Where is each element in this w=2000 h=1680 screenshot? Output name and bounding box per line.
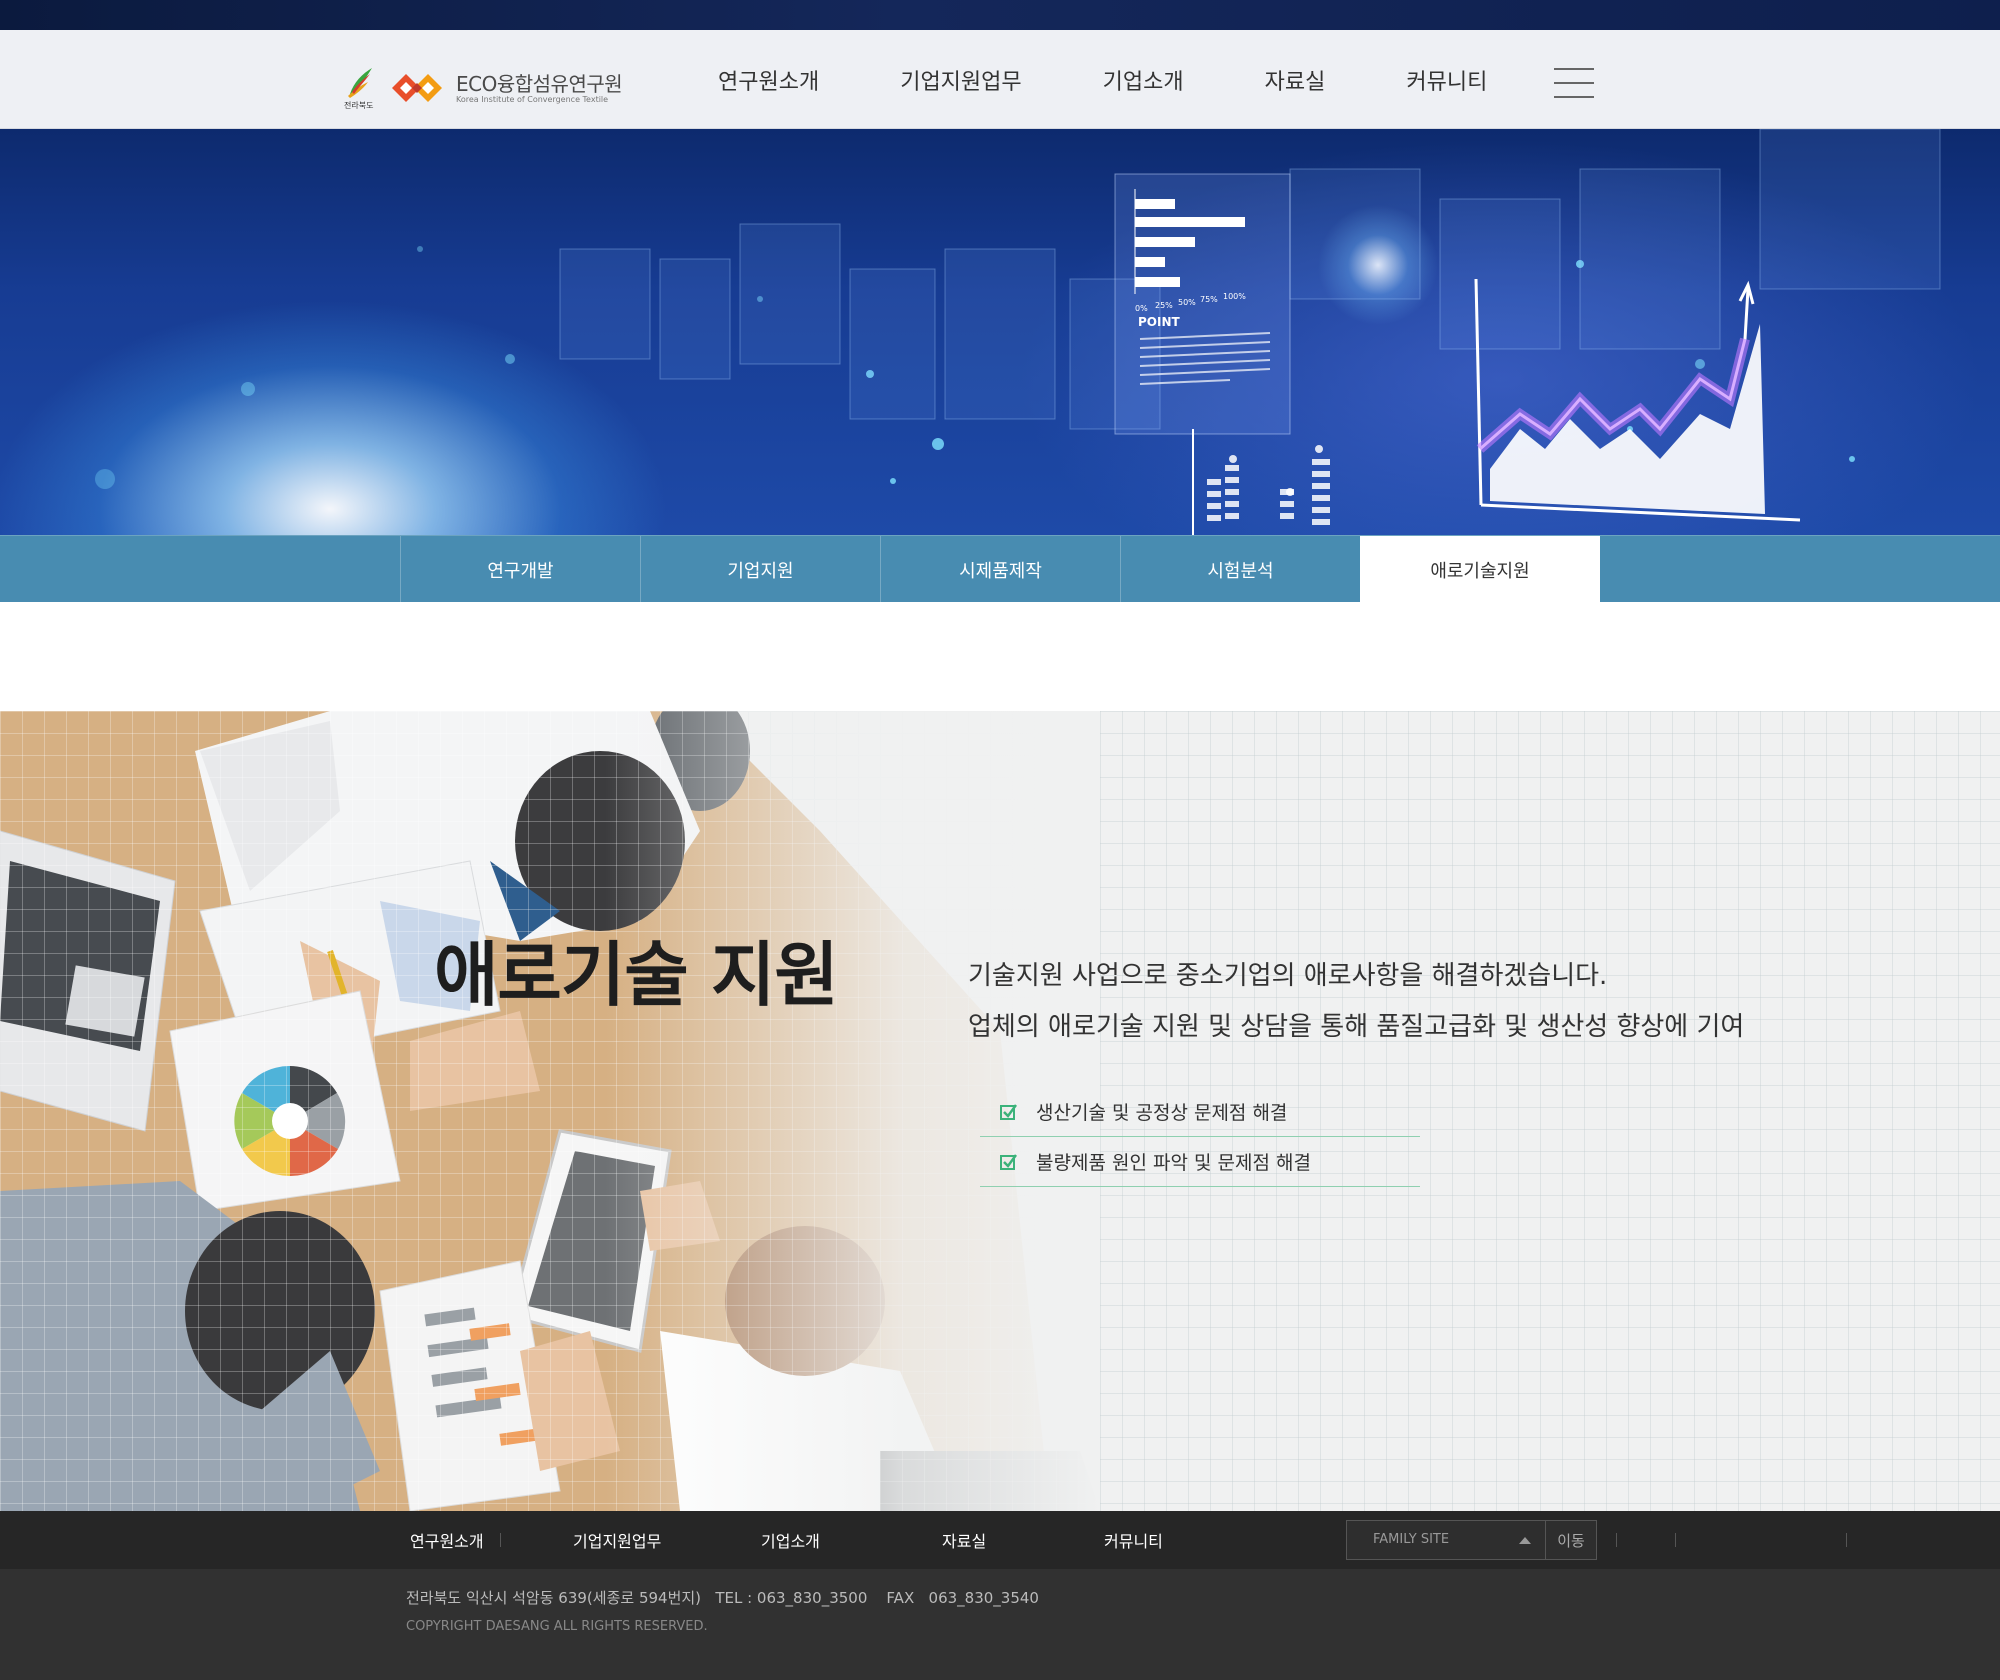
footer-nav-companies[interactable]: 기업소개: [761, 1511, 820, 1569]
site-header: 전라북도 ECO융합섬유연구원 Korea Institute of Conve…: [0, 30, 2000, 129]
page-title: 애로기술 지원: [434, 934, 839, 1016]
nav-item-support[interactable]: 기업지원업무: [900, 64, 1021, 96]
description-line-1: 기술지원 사업으로 중소기업의 애로사항을 해결하겠습니다.: [968, 961, 1608, 991]
footer-nav-community[interactable]: 커뮤니티: [1104, 1511, 1163, 1569]
region-label: 전라북도: [344, 101, 374, 110]
support-checklist: 생산기술 및 공정상 문제점 해결 불량제품 원인 파악 및 문제점 해결: [980, 1087, 1420, 1187]
svg-text:25%: 25%: [1155, 301, 1173, 310]
footer-nav: 연구원소개 기업지원업무 기업소개 자료실 커뮤니티 FAMILY SITE 이…: [0, 1511, 2000, 1569]
checklist-item: 불량제품 원인 파악 및 문제점 해결: [980, 1137, 1420, 1187]
footer-divider: [1616, 1533, 1617, 1547]
footer-nav-archive[interactable]: 자료실: [942, 1511, 986, 1569]
page-description: 기술지원 사업으로 중소기업의 애로사항을 해결하겠습니다. 업체의 애로기술 …: [968, 951, 1868, 1053]
footer-info: 전라북도 익산시 석암동 639(세종로 594번지) TEL : 063_83…: [0, 1569, 2000, 1680]
svg-text:0%: 0%: [1135, 304, 1148, 313]
svg-text:75%: 75%: [1200, 295, 1218, 304]
tab-prototype[interactable]: 시제품제작: [880, 536, 1120, 603]
checklist-item: 생산기술 및 공정상 문제점 해결: [980, 1087, 1420, 1137]
family-site-select[interactable]: FAMILY SITE: [1346, 1520, 1546, 1560]
sub-nav: 연구개발 기업지원 시제품제작 시험분석 애로기술지원: [0, 535, 2000, 603]
checkbox-checked-icon: [1000, 1153, 1018, 1170]
caret-up-icon: [1519, 1537, 1531, 1544]
footer-address: 전라북도 익산시 석암동 639(세종로 594번지) TEL : 063_83…: [406, 1589, 1039, 1607]
svg-text:100%: 100%: [1223, 292, 1246, 301]
svg-text:POINT: POINT: [1138, 315, 1181, 329]
org-name: ECO융합섬유연구원: [456, 72, 623, 96]
photo-fade-overlay: [0, 711, 1100, 1511]
top-strip: [0, 0, 2000, 30]
svg-text:50%: 50%: [1178, 298, 1196, 307]
tab-corp-support[interactable]: 기업지원: [640, 536, 880, 603]
footer-divider: [1675, 1533, 1676, 1547]
family-site-go-button[interactable]: 이동: [1545, 1520, 1597, 1560]
description-line-2: 업체의 애로기술 지원 및 상담을 통해 품질고급화 및 생산성 향상에 기여: [968, 1012, 1745, 1042]
checklist-item-text: 생산기술 및 공정상 문제점 해결: [1036, 1102, 1288, 1124]
footer-nav-support[interactable]: 기업지원업무: [573, 1511, 661, 1569]
hamburger-icon[interactable]: [1554, 68, 1594, 98]
tab-testing[interactable]: 시험분석: [1120, 536, 1360, 603]
tab-tech-support[interactable]: 애로기술지원: [1360, 536, 1600, 603]
checklist-item-text: 불량제품 원인 파악 및 문제점 해결: [1036, 1152, 1311, 1174]
org-subtitle: Korea Institute of Convergence Textile: [456, 95, 609, 104]
footer-copyright: COPYRIGHT DAESANG ALL RIGHTS RESERVED.: [406, 1619, 708, 1634]
nav-item-about[interactable]: 연구원소개: [718, 64, 819, 96]
hero-banner: 0% 25% 50% 75% 100% POINT: [0, 129, 2000, 535]
main-nav: 연구원소개 기업지원업무 기업소개 자료실 커뮤니티: [690, 30, 1487, 129]
tab-rnd[interactable]: 연구개발: [400, 536, 640, 603]
footer-nav-about[interactable]: 연구원소개: [410, 1511, 484, 1569]
content-section: 애로기술 지원 기술지원 사업으로 중소기업의 애로사항을 해결하겠습니다. 업…: [0, 711, 2000, 1511]
hero-illustration: 0% 25% 50% 75% 100% POINT: [95, 129, 1941, 535]
eco-logo-icon: [392, 74, 442, 102]
nav-item-community[interactable]: 커뮤니티: [1406, 64, 1487, 96]
footer-divider: [1846, 1533, 1847, 1547]
nav-item-archive[interactable]: 자료실: [1265, 64, 1326, 96]
checkbox-checked-icon: [1000, 1103, 1018, 1120]
hero-bar-panel: 0% 25% 50% 75% 100% POINT: [1114, 173, 1291, 435]
footer-nav-divider: [500, 1533, 501, 1547]
family-site-label: FAMILY SITE: [1373, 1532, 1450, 1547]
nav-item-companies[interactable]: 기업소개: [1103, 64, 1184, 96]
